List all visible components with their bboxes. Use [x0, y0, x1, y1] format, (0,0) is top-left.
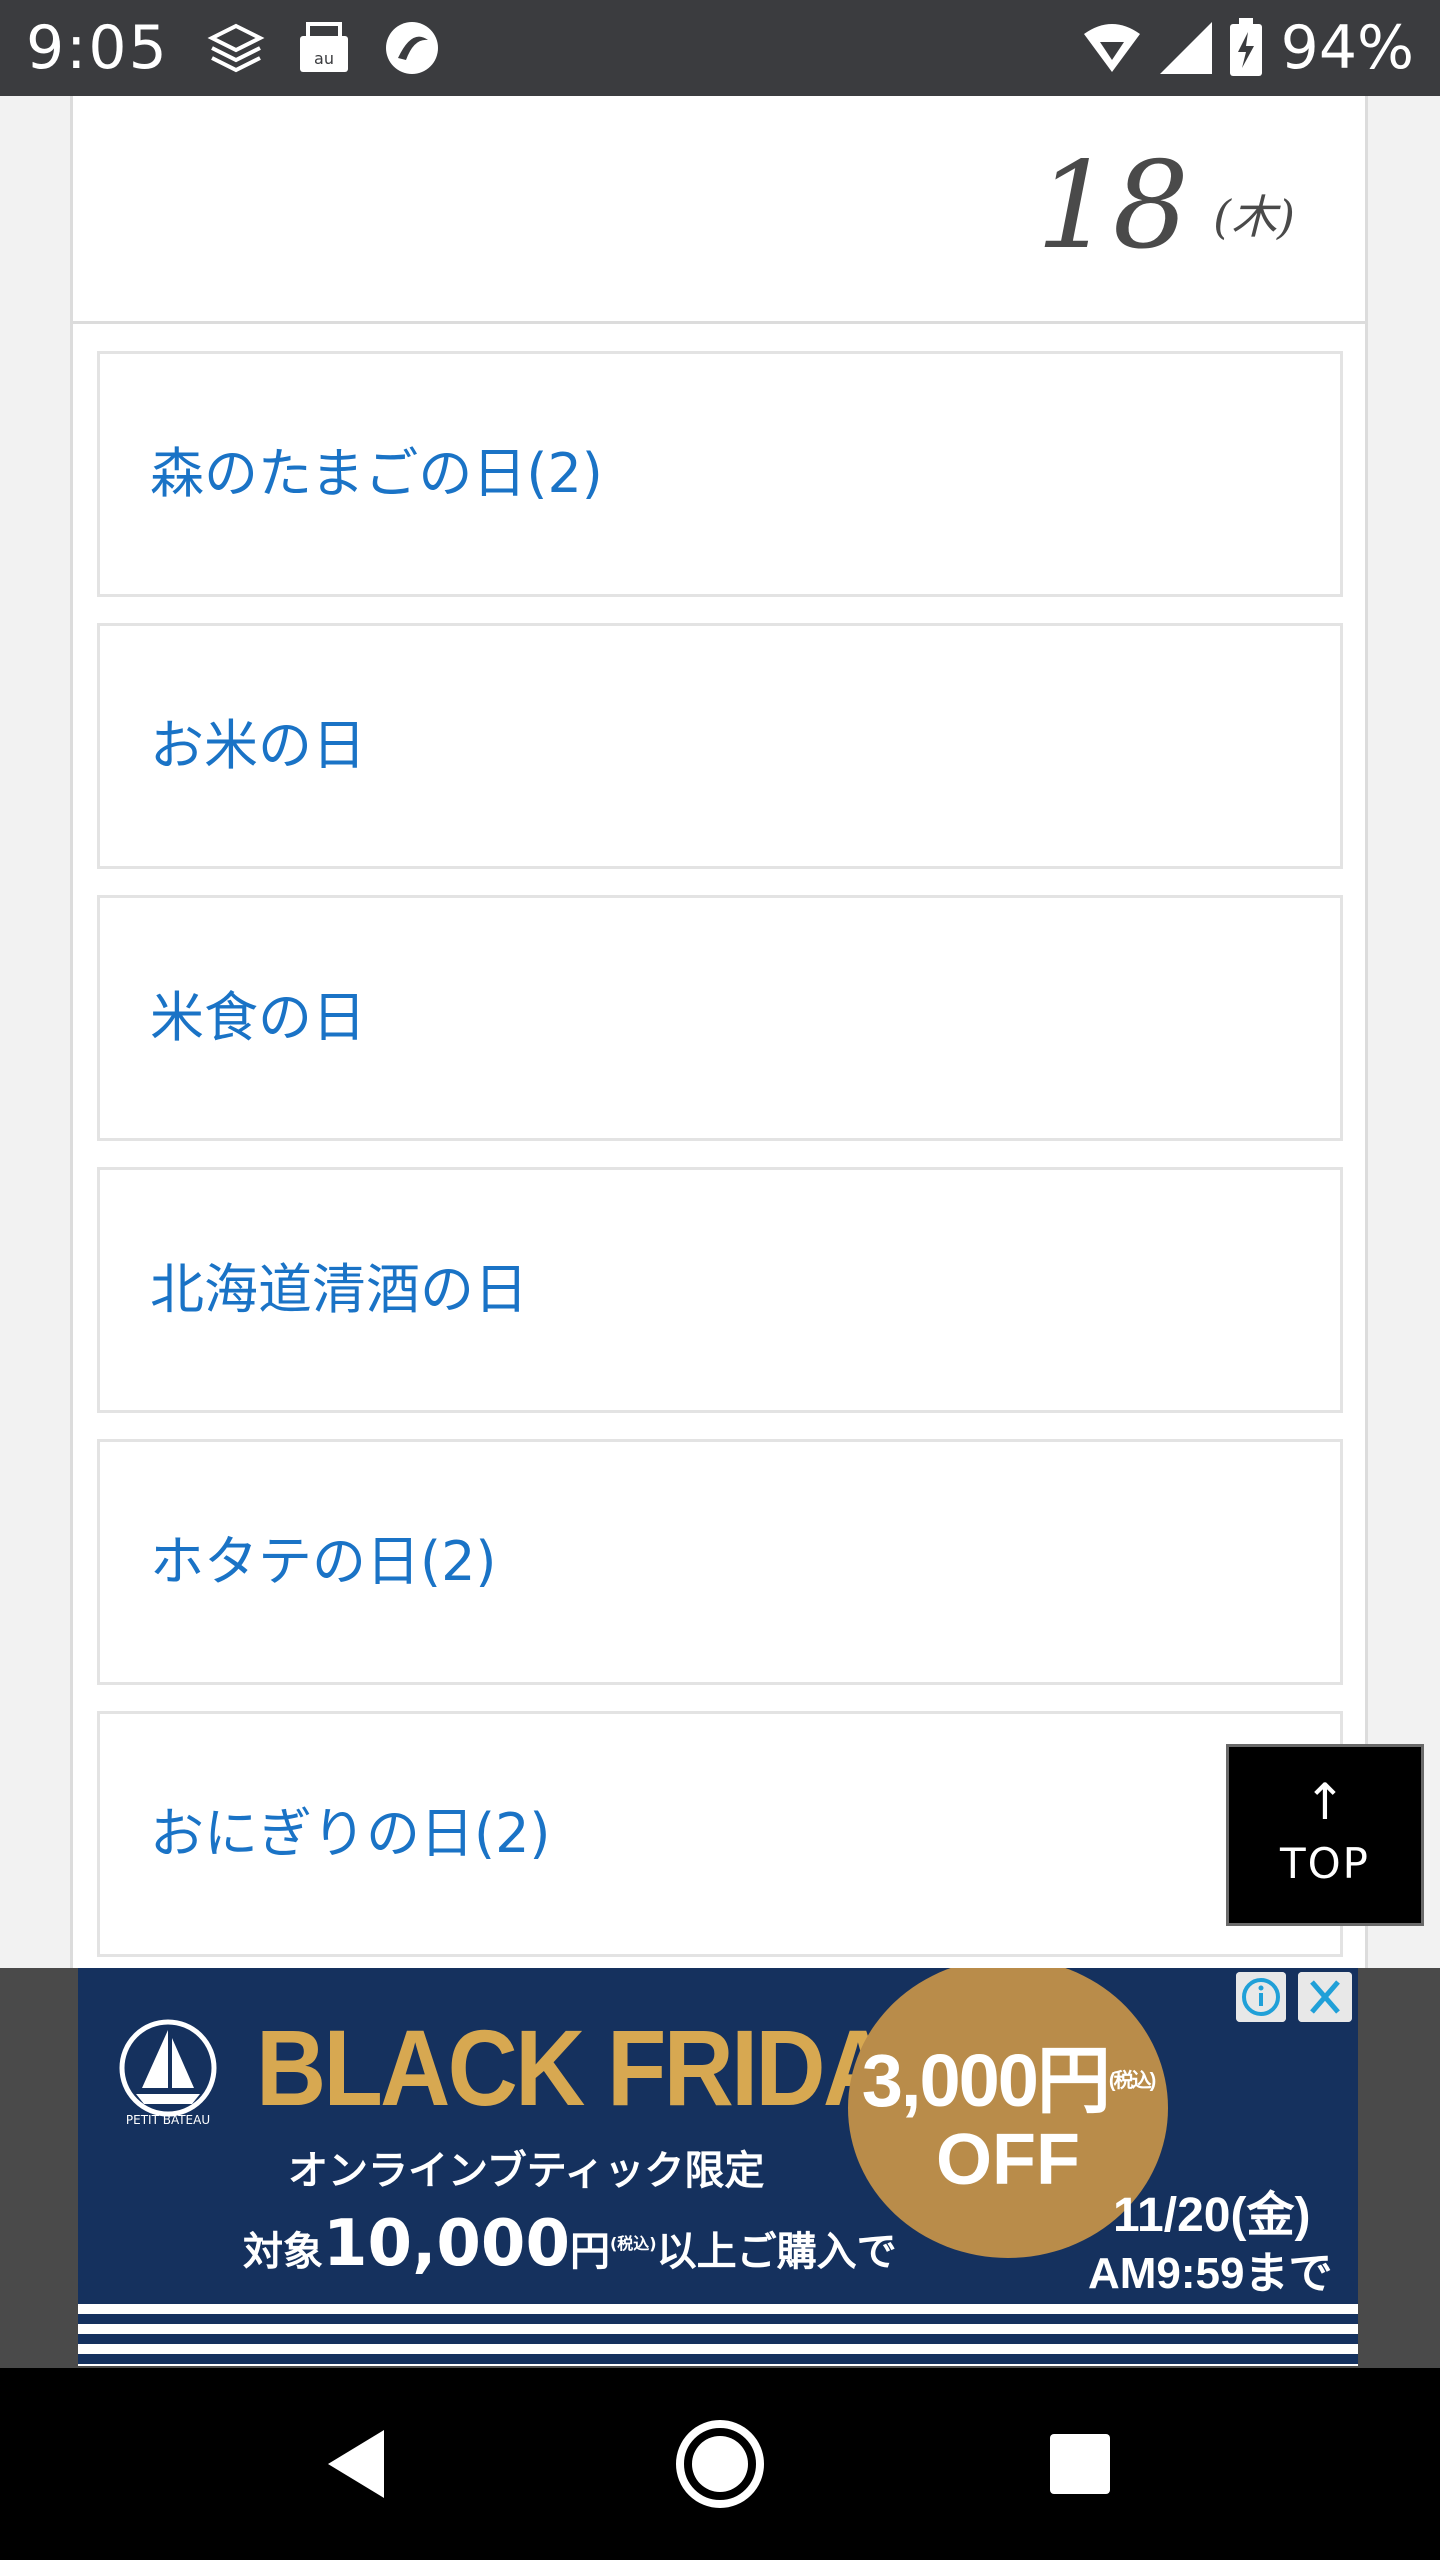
signal-icon	[1160, 22, 1212, 74]
svg-text:PETIT BATEAU: PETIT BATEAU	[126, 2113, 210, 2127]
status-time: 9:05	[26, 13, 169, 83]
scroll-top-button[interactable]: ↑ TOP	[1226, 1744, 1424, 1926]
event-link[interactable]: 北海道清酒の日	[97, 1167, 1343, 1413]
event-link[interactable]: 米食の日	[97, 895, 1343, 1141]
battery-percent: 94%	[1280, 13, 1414, 83]
event-link[interactable]: 森のたまごの日(2)	[97, 351, 1343, 597]
ad-price: 3,000円(税込)	[861, 2039, 1157, 2122]
up-arrow-icon: ↑	[1304, 1773, 1346, 1831]
svg-text:au: au	[314, 49, 334, 68]
event-link-label[interactable]: おにぎりの日(2)	[150, 1794, 551, 1874]
event-link[interactable]: おにぎりの日(2)	[97, 1711, 1343, 1957]
brand-logo: PETIT BATEAU	[119, 2019, 217, 2127]
event-link[interactable]: お米の日	[97, 623, 1343, 869]
ad-stripes	[78, 2304, 1358, 2366]
home-icon[interactable]	[670, 2414, 770, 2514]
ad-deadline-time: AM9:59まで	[1088, 2249, 1333, 2298]
ad-title: BLACK FRIDAY	[256, 2007, 946, 2128]
ad-subtitle: オンラインブティック限定	[288, 2148, 765, 2194]
ad-container: PETIT BATEAU BLACK FRIDAY 3,000円(税込) OFF…	[0, 1968, 1440, 2368]
event-link-label[interactable]: お米の日	[150, 706, 366, 786]
wifi-icon	[1084, 24, 1140, 72]
ad-condition: 対象10,000円(税込)以上ご購入で	[243, 2207, 897, 2281]
battery-charging-icon	[1230, 18, 1262, 76]
date-day: 18	[1036, 137, 1189, 276]
event-link-label[interactable]: ホタテの日(2)	[150, 1522, 497, 1602]
back-icon[interactable]	[310, 2414, 410, 2514]
circle-app-icon	[386, 22, 438, 74]
info-icon[interactable]	[1236, 1972, 1286, 2022]
recents-icon[interactable]	[1030, 2414, 1130, 2514]
date-weekday: (木)	[1213, 190, 1295, 244]
scroll-top-label: TOP	[1279, 1839, 1371, 1888]
calendar-day-card: 18 (木) 森のたまごの日(2) お米の日 米食の日 北海道清酒の日 ホタテの…	[70, 96, 1368, 2212]
ad-deadline-date: 11/20(金)	[1113, 2189, 1311, 2242]
event-link[interactable]: ホタテの日(2)	[97, 1439, 1343, 1685]
event-link-label[interactable]: 森のたまごの日(2)	[150, 434, 603, 514]
status-bar: 9:05 au 94%	[0, 0, 1440, 96]
navigation-bar	[0, 2368, 1440, 2560]
au-mail-icon: au	[300, 22, 348, 72]
event-link-label[interactable]: 北海道清酒の日	[150, 1250, 528, 1330]
date-header: 18 (木)	[73, 96, 1365, 324]
layers-icon	[207, 23, 265, 73]
ad-banner[interactable]: PETIT BATEAU BLACK FRIDAY 3,000円(税込) OFF…	[78, 1968, 1358, 2366]
close-icon[interactable]	[1298, 1972, 1352, 2022]
event-link-label[interactable]: 米食の日	[150, 978, 366, 1058]
